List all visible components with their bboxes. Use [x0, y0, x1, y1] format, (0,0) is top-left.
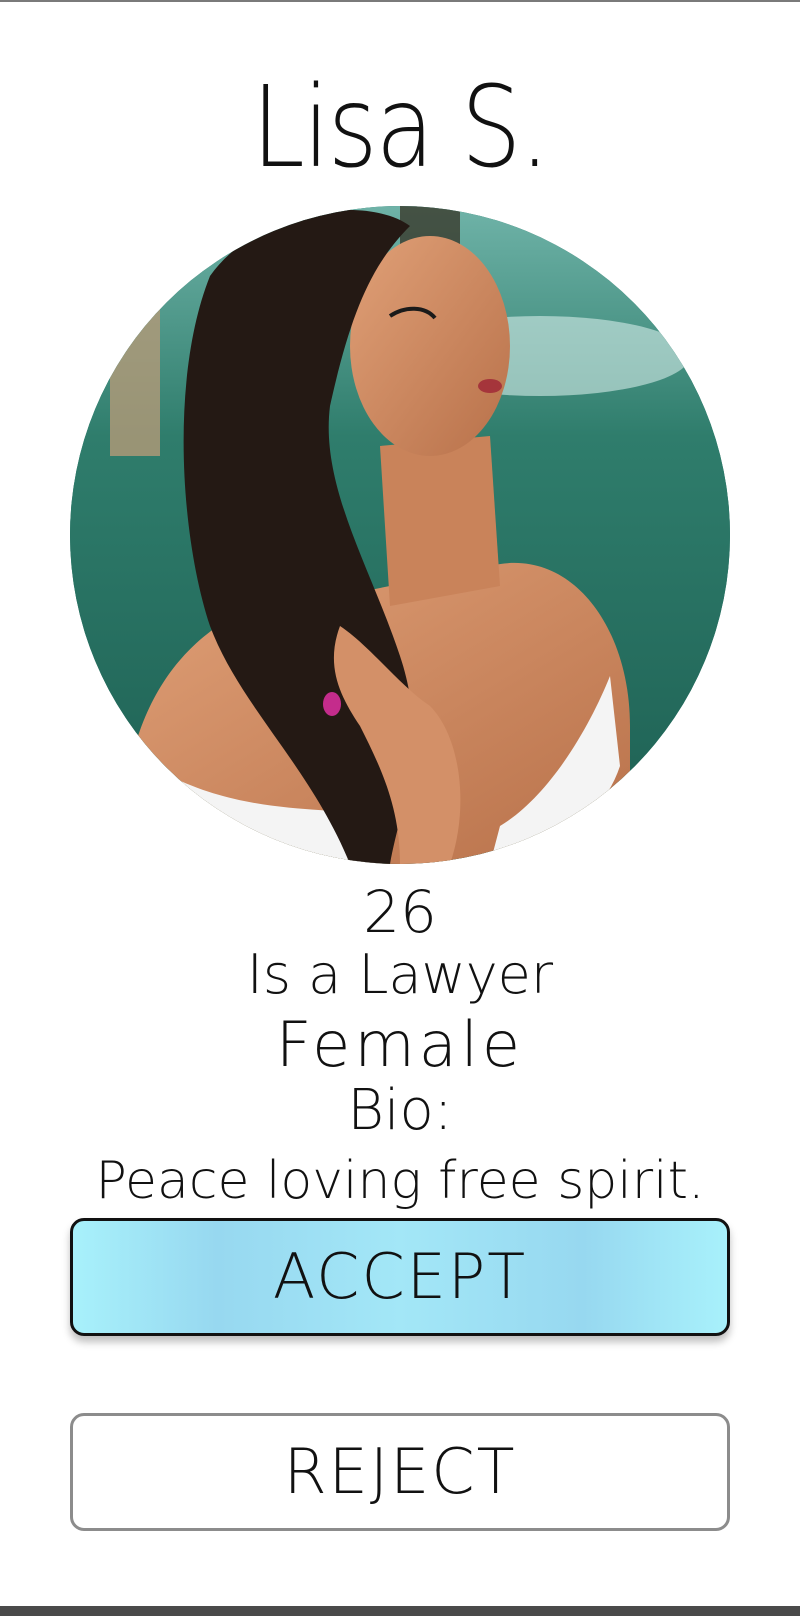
- profile-occupation: Is a Lawyer: [246, 943, 554, 1006]
- bio-label: Bio:: [347, 1078, 453, 1143]
- reject-button[interactable]: REJECT: [70, 1413, 730, 1531]
- profile-photo: [70, 206, 730, 864]
- profile-screen: Lisa S. 26 Is a Lawyer Female Bio: Peace…: [0, 0, 800, 1616]
- accept-button[interactable]: ACCEPT: [70, 1218, 730, 1336]
- profile-age: 26: [363, 878, 437, 946]
- profile-name: Lisa S.: [251, 63, 550, 193]
- bottom-bar: [0, 1606, 800, 1616]
- bio-text: Peace loving free spirit.: [95, 1151, 705, 1211]
- top-divider: [0, 0, 800, 2]
- profile-gender: Female: [275, 1008, 525, 1081]
